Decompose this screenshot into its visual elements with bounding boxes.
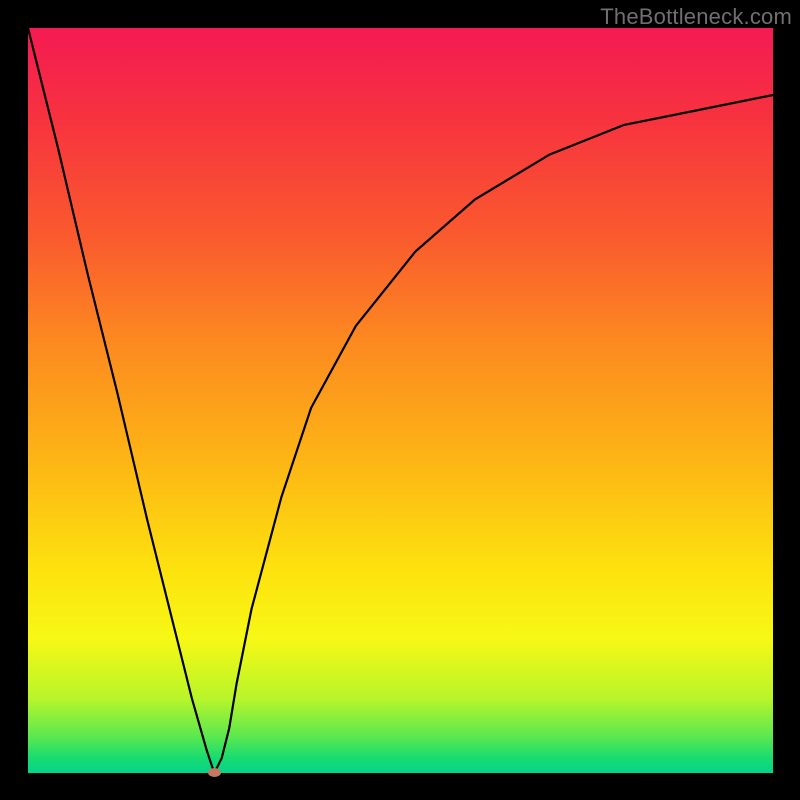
chart-frame: TheBottleneck.com [0, 0, 800, 800]
curve-path [28, 28, 773, 773]
minimum-marker [208, 768, 221, 777]
bottleneck-curve [28, 28, 773, 773]
watermark-text: TheBottleneck.com [600, 4, 792, 30]
plot-area [28, 28, 773, 773]
